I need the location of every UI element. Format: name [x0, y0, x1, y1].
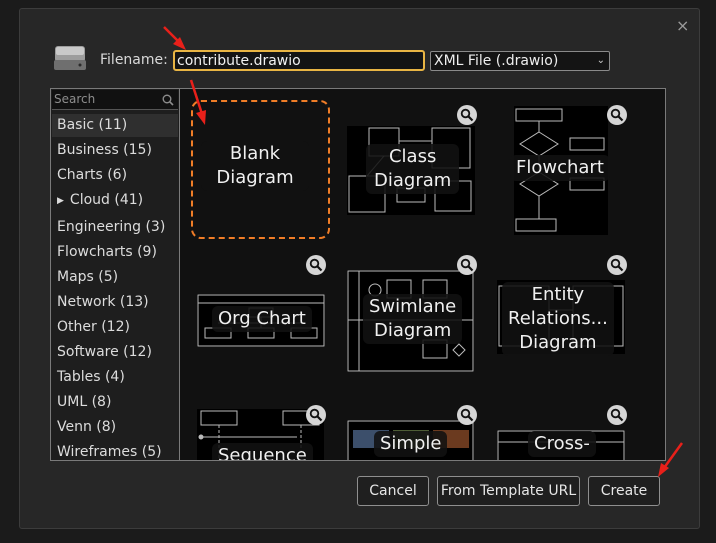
annotation-arrows: [163, 26, 684, 477]
